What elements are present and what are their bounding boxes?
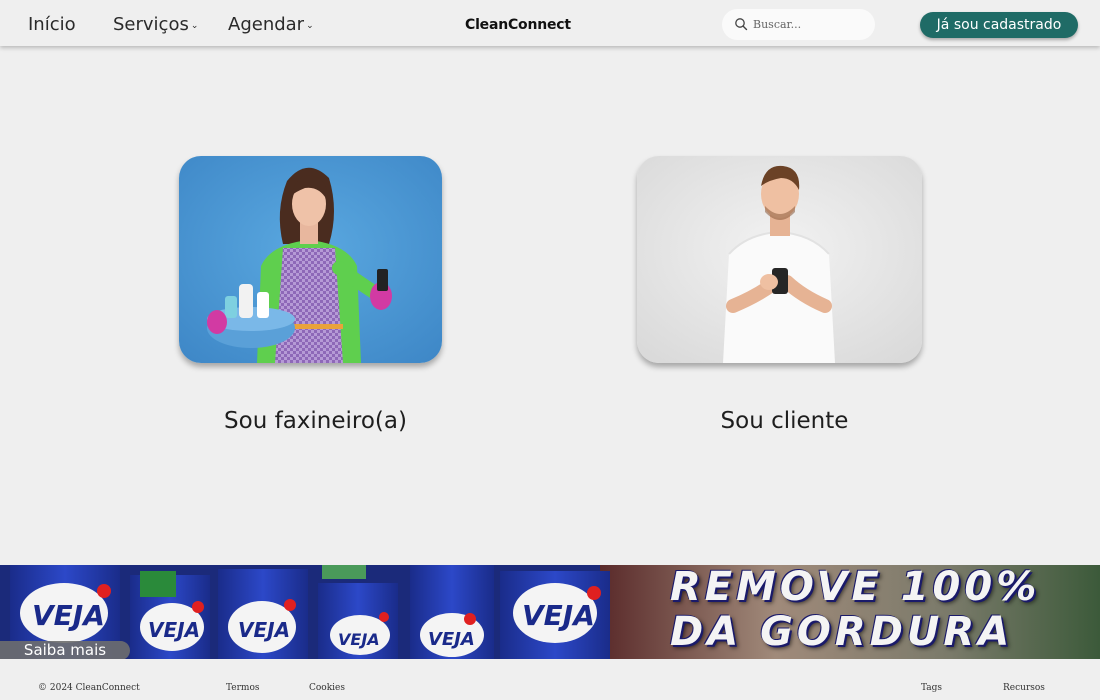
chevron-down-icon: ⌄: [306, 21, 314, 31]
footer-link-termos[interactable]: Termos: [226, 683, 260, 693]
search-input[interactable]: [753, 15, 868, 34]
brand-wordmark: VEJA: [338, 630, 380, 649]
footer: © 2024 CleanConnect Termos Cookies Tags …: [0, 659, 1100, 700]
nav-servicos-menu[interactable]: Serviços ⌄: [113, 14, 198, 35]
chevron-down-icon: ⌄: [190, 21, 199, 31]
cleaner-woman-photo: [179, 156, 442, 363]
search-icon: [735, 18, 748, 31]
nav-inicio-link[interactable]: Início: [28, 14, 76, 35]
client-man-phone-photo: [637, 156, 922, 363]
brand-wordmark: VEJA: [148, 618, 200, 642]
brand-wordmark: VEJA: [238, 618, 290, 642]
promo-headline-line-2: DA GORDURA: [670, 609, 1014, 655]
brand-wordmark: VEJA: [522, 599, 595, 632]
brand-wordmark: VEJA: [32, 599, 105, 632]
footer-link-tags[interactable]: Tags: [921, 683, 942, 693]
nav-servicos-label: Serviços: [113, 14, 189, 35]
nav-agendar-label: Agendar: [228, 14, 305, 35]
client-card[interactable]: [637, 156, 922, 363]
footer-link-recursos[interactable]: Recursos: [1003, 683, 1045, 693]
nav-inicio-label: Início: [28, 14, 76, 35]
footer-copyright: © 2024 CleanConnect: [38, 683, 140, 693]
top-navigation: Início Serviços⌄ Agendar⌄ CleanConnect J…: [0, 0, 1100, 46]
nav-agendar-menu[interactable]: Agendar ⌄: [228, 14, 314, 35]
cleaner-card[interactable]: [179, 156, 442, 363]
search-box[interactable]: [722, 9, 875, 40]
promo-banner[interactable]: VEJA VEJA VEJA VEJA VEJA VEJA REMOVE 100…: [0, 565, 1100, 659]
promo-headline-line-1: REMOVE 100%: [670, 565, 1041, 610]
client-card-label[interactable]: Sou cliente: [637, 408, 932, 434]
learn-more-button[interactable]: Saiba mais: [0, 641, 130, 660]
brand-wordmark: VEJA: [428, 629, 475, 650]
footer-link-cookies[interactable]: Cookies: [309, 683, 345, 693]
already-registered-button[interactable]: Já sou cadastrado: [920, 12, 1078, 38]
cleaner-card-label[interactable]: Sou faxineiro(a): [179, 408, 452, 434]
brand-logo[interactable]: CleanConnect: [465, 17, 571, 33]
